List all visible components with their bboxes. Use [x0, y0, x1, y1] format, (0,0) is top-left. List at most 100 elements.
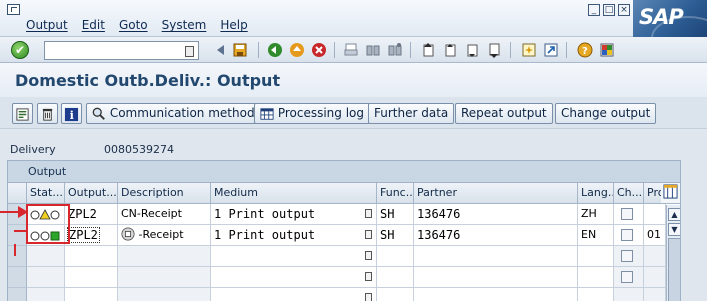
scrollbar-thumb[interactable] [668, 238, 680, 301]
processing-cell: 01 [644, 225, 666, 246]
partner-cell[interactable]: 136476 [414, 225, 578, 246]
menu-help[interactable]: Help [220, 18, 247, 32]
processing-log-button[interactable]: Processing log [254, 103, 371, 124]
column-header-changed[interactable]: Ch... [614, 183, 644, 204]
expand-arrow-icon[interactable] [213, 42, 229, 58]
language-cell[interactable] [578, 288, 614, 301]
column-header-partner[interactable]: Partner [414, 183, 578, 204]
function-cell[interactable] [377, 246, 414, 267]
table-settings-icon [663, 184, 678, 199]
output-type-cell[interactable] [65, 246, 118, 267]
toolbar-separator [410, 42, 411, 58]
medium-value: 1 Print output [214, 207, 316, 221]
value-help-icon[interactable] [365, 293, 372, 301]
minimize-button[interactable]: _ [588, 4, 600, 16]
communication-method-label: Communication method [109, 106, 255, 120]
function-cell[interactable]: SH [377, 225, 414, 246]
enter-button[interactable]: ✔ [11, 41, 29, 59]
table-settings-button[interactable] [661, 183, 680, 204]
changed-checkbox[interactable] [621, 250, 633, 262]
previous-page-icon[interactable] [442, 42, 458, 58]
processing-cell [644, 288, 666, 301]
row-selector[interactable] [8, 225, 27, 246]
find-icon[interactable] [365, 42, 381, 58]
shortcut-icon[interactable] [543, 42, 559, 58]
row-selector[interactable] [8, 288, 27, 301]
language-cell[interactable] [578, 246, 614, 267]
help-icon[interactable]: ? [577, 42, 593, 58]
value-help-icon[interactable] [365, 230, 372, 239]
medium-cell[interactable]: 1 Print output [211, 225, 377, 246]
print-icon[interactable] [343, 42, 359, 58]
menu-edit[interactable]: Edit [82, 18, 105, 32]
function-cell[interactable] [377, 267, 414, 288]
row-selector[interactable] [8, 246, 27, 267]
annotation-highlight-box [26, 204, 70, 244]
menu-goto[interactable]: Goto [119, 18, 148, 32]
system-menu-icon[interactable] [7, 4, 20, 15]
partner-cell[interactable] [414, 246, 578, 267]
output-type-cell[interactable] [65, 267, 118, 288]
medium-cell[interactable] [211, 267, 377, 288]
column-header-medium[interactable]: Medium [211, 183, 377, 204]
output-type-cell[interactable]: ZPL2 [65, 225, 118, 246]
details-button[interactable] [12, 103, 33, 124]
function-cell[interactable] [377, 288, 414, 301]
column-header-function[interactable]: Func... [377, 183, 414, 204]
partner-cell[interactable] [414, 288, 578, 301]
maximize-button[interactable]: □ [603, 4, 615, 16]
language-cell[interactable]: EN [578, 225, 614, 246]
last-page-icon[interactable] [486, 42, 502, 58]
menu-system[interactable]: System [162, 18, 207, 32]
output-table: Stat... Output... Description Medium Fun… [7, 182, 681, 301]
next-page-icon[interactable] [464, 42, 480, 58]
output-table-caption: Output [7, 160, 681, 182]
table-vertical-scrollbar[interactable]: ▲ ▼ [666, 205, 680, 301]
create-session-icon[interactable] [521, 42, 537, 58]
scroll-down-button[interactable]: ▼ [668, 223, 680, 236]
exit-icon[interactable] [289, 42, 305, 58]
changed-checkbox[interactable] [621, 271, 633, 283]
row-selector-header[interactable] [8, 183, 27, 204]
medium-cell[interactable]: 1 Print output [211, 204, 377, 225]
communication-method-button[interactable]: Communication method [86, 103, 261, 124]
row-selector[interactable] [8, 267, 27, 288]
cancel-icon[interactable] [311, 42, 327, 58]
close-window-button[interactable]: × [618, 4, 630, 16]
language-cell[interactable]: ZH [578, 204, 614, 225]
changed-checkbox[interactable] [621, 208, 633, 220]
repeat-output-button[interactable]: Repeat output [455, 103, 553, 124]
command-field[interactable] [44, 41, 199, 60]
column-header-language[interactable]: Lang... [578, 183, 614, 204]
customize-layout-icon[interactable] [599, 42, 615, 58]
info-button[interactable]: i [61, 103, 82, 124]
language-cell[interactable] [578, 267, 614, 288]
partner-cell[interactable] [414, 267, 578, 288]
scroll-up-button[interactable]: ▲ [668, 208, 680, 221]
back-icon[interactable] [267, 42, 283, 58]
changed-checkbox[interactable] [621, 229, 633, 241]
description-cell [118, 288, 211, 301]
processing-log-label: Processing log [277, 106, 365, 120]
further-data-button[interactable]: Further data [368, 103, 455, 124]
medium-cell[interactable] [211, 288, 377, 301]
application-toolbar: i Communication method Processing log Fu… [0, 97, 707, 129]
output-type-cell[interactable] [65, 288, 118, 301]
change-output-button[interactable]: Change output [555, 103, 657, 124]
find-next-icon[interactable] [387, 42, 403, 58]
delete-button[interactable] [37, 103, 58, 124]
first-page-icon[interactable] [420, 42, 436, 58]
value-help-icon[interactable] [365, 209, 372, 218]
partner-cell[interactable]: 136476 [414, 204, 578, 225]
value-help-icon[interactable] [365, 251, 372, 260]
value-help-icon[interactable] [365, 272, 372, 281]
medium-cell[interactable] [211, 246, 377, 267]
output-type-cell[interactable]: ZPL2 [65, 204, 118, 225]
description-value: -Receipt [138, 228, 184, 241]
column-header-output-type[interactable]: Output... [65, 183, 118, 204]
column-header-description[interactable]: Description [118, 183, 211, 204]
function-cell[interactable]: SH [377, 204, 414, 225]
column-header-status[interactable]: Stat... [27, 183, 65, 204]
menu-output[interactable]: Output [26, 18, 68, 32]
save-icon[interactable] [232, 42, 248, 58]
